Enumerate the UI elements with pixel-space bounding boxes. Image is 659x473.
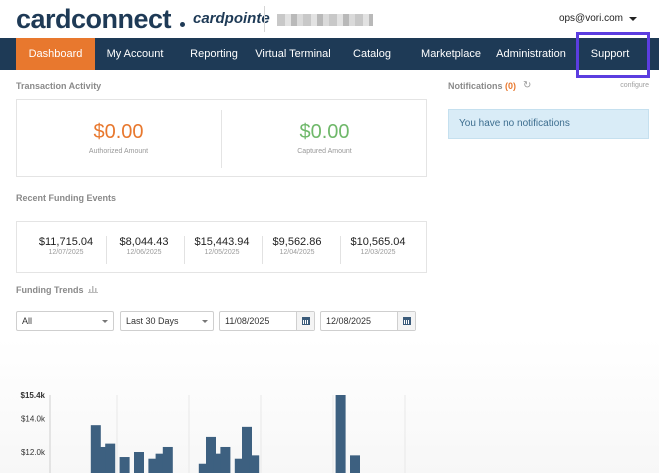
support-highlight-box xyxy=(576,32,650,78)
main-nav: Dashboard My Account Reporting Virtual T… xyxy=(0,38,659,70)
notifications-empty-alert: You have no notifications xyxy=(448,109,649,139)
refresh-icon[interactable]: ↻ xyxy=(523,80,531,91)
chart-bar[interactable] xyxy=(134,452,144,473)
funding-event[interactable]: $8,044.43 12/06/2025 xyxy=(104,236,184,256)
funding-amount: $10,565.04 xyxy=(350,236,406,248)
end-date-calendar-button[interactable] xyxy=(397,312,415,330)
chart-bar[interactable] xyxy=(350,455,360,473)
notifications-count: (0) xyxy=(505,81,517,91)
redacted-merchant-name xyxy=(277,14,373,26)
cardpointe-logo: cardpointe xyxy=(193,10,270,27)
y-tick-label: $14.0k xyxy=(21,414,46,423)
logo-dot xyxy=(180,22,185,27)
calendar-icon xyxy=(403,317,411,325)
authorized-amount: $0.00 xyxy=(93,121,144,143)
funding-event[interactable]: $9,562.86 12/04/2025 xyxy=(257,236,337,256)
funding-trends-chart: $15.4k $14.0k $12.0k xyxy=(21,391,406,473)
account-filter-select[interactable]: All xyxy=(16,311,114,331)
funding-event[interactable]: $15,443.94 12/05/2025 xyxy=(182,236,262,256)
nav-reporting[interactable]: Reporting xyxy=(182,38,246,70)
date-range-select[interactable]: Last 30 Days xyxy=(120,311,214,331)
chart-bar[interactable] xyxy=(220,446,231,473)
chevron-down-icon xyxy=(102,320,108,323)
funding-amount: $11,715.04 xyxy=(38,236,94,248)
funding-trends-title: Funding Trends xyxy=(16,285,84,295)
chart-bar[interactable] xyxy=(162,446,173,473)
chart-bar[interactable] xyxy=(249,455,260,473)
cardconnect-logo[interactable]: cardconnect xyxy=(16,4,172,35)
header-divider xyxy=(264,6,265,32)
funding-date: 12/07/2025 xyxy=(48,249,84,256)
nav-virtual-terminal[interactable]: Virtual Terminal xyxy=(251,38,335,70)
captured-amount: $0.00 xyxy=(299,121,350,143)
funding-amount: $9,562.86 xyxy=(272,236,322,248)
nav-my-account[interactable]: My Account xyxy=(98,38,172,70)
user-menu[interactable]: ops@vori.com xyxy=(559,13,637,24)
y-tick-label: $15.4k xyxy=(21,391,46,400)
start-date-field[interactable]: 11/08/2025 xyxy=(219,311,315,331)
funding-event[interactable]: $11,715.04 12/07/2025 xyxy=(26,236,106,256)
calendar-icon xyxy=(302,317,310,325)
nav-administration[interactable]: Administration xyxy=(492,38,570,70)
end-date-field[interactable]: 12/08/2025 xyxy=(320,311,416,331)
bar-chart-icon xyxy=(88,286,98,293)
user-email: ops@vori.com xyxy=(558,13,623,24)
nav-marketplace[interactable]: Marketplace xyxy=(418,38,484,70)
transaction-activity-title: Transaction Activity xyxy=(16,81,102,91)
app-header: cardconnect cardpointe ops@vori.com xyxy=(0,0,659,38)
funding-date: 12/05/2025 xyxy=(204,249,240,256)
chevron-down-icon xyxy=(629,16,637,21)
authorized-amount-label: Authorized Amount xyxy=(88,148,149,155)
start-date-value: 11/08/2025 xyxy=(225,316,270,326)
chart-bar[interactable] xyxy=(335,395,346,473)
funding-date: 12/06/2025 xyxy=(126,249,162,256)
date-range-value: Last 30 Days xyxy=(126,316,179,326)
funding-amount: $15,443.94 xyxy=(194,236,250,248)
notifications-label: Notifications xyxy=(448,81,503,91)
funding-date: 12/04/2025 xyxy=(279,249,315,256)
chart-bar[interactable] xyxy=(119,457,130,473)
nav-catalog[interactable]: Catalog xyxy=(345,38,399,70)
start-date-calendar-button[interactable] xyxy=(296,312,314,330)
account-filter-value: All xyxy=(22,316,33,326)
funding-amount: $8,044.43 xyxy=(119,236,169,248)
nav-dashboard[interactable]: Dashboard xyxy=(16,38,95,70)
y-tick-label: $12.0k xyxy=(21,448,46,457)
funding-date: 12/03/2025 xyxy=(360,249,396,256)
captured-amount-label: Captured Amount xyxy=(297,148,352,155)
notifications-title: Notifications (0) xyxy=(448,81,516,91)
recent-funding-title: Recent Funding Events xyxy=(16,193,117,203)
configure-link[interactable]: configure xyxy=(620,82,649,89)
end-date-value: 12/08/2025 xyxy=(326,316,372,326)
funding-event[interactable]: $10,565.04 12/03/2025 xyxy=(338,236,418,256)
chart-bar[interactable] xyxy=(105,443,116,473)
chevron-down-icon xyxy=(202,320,208,323)
